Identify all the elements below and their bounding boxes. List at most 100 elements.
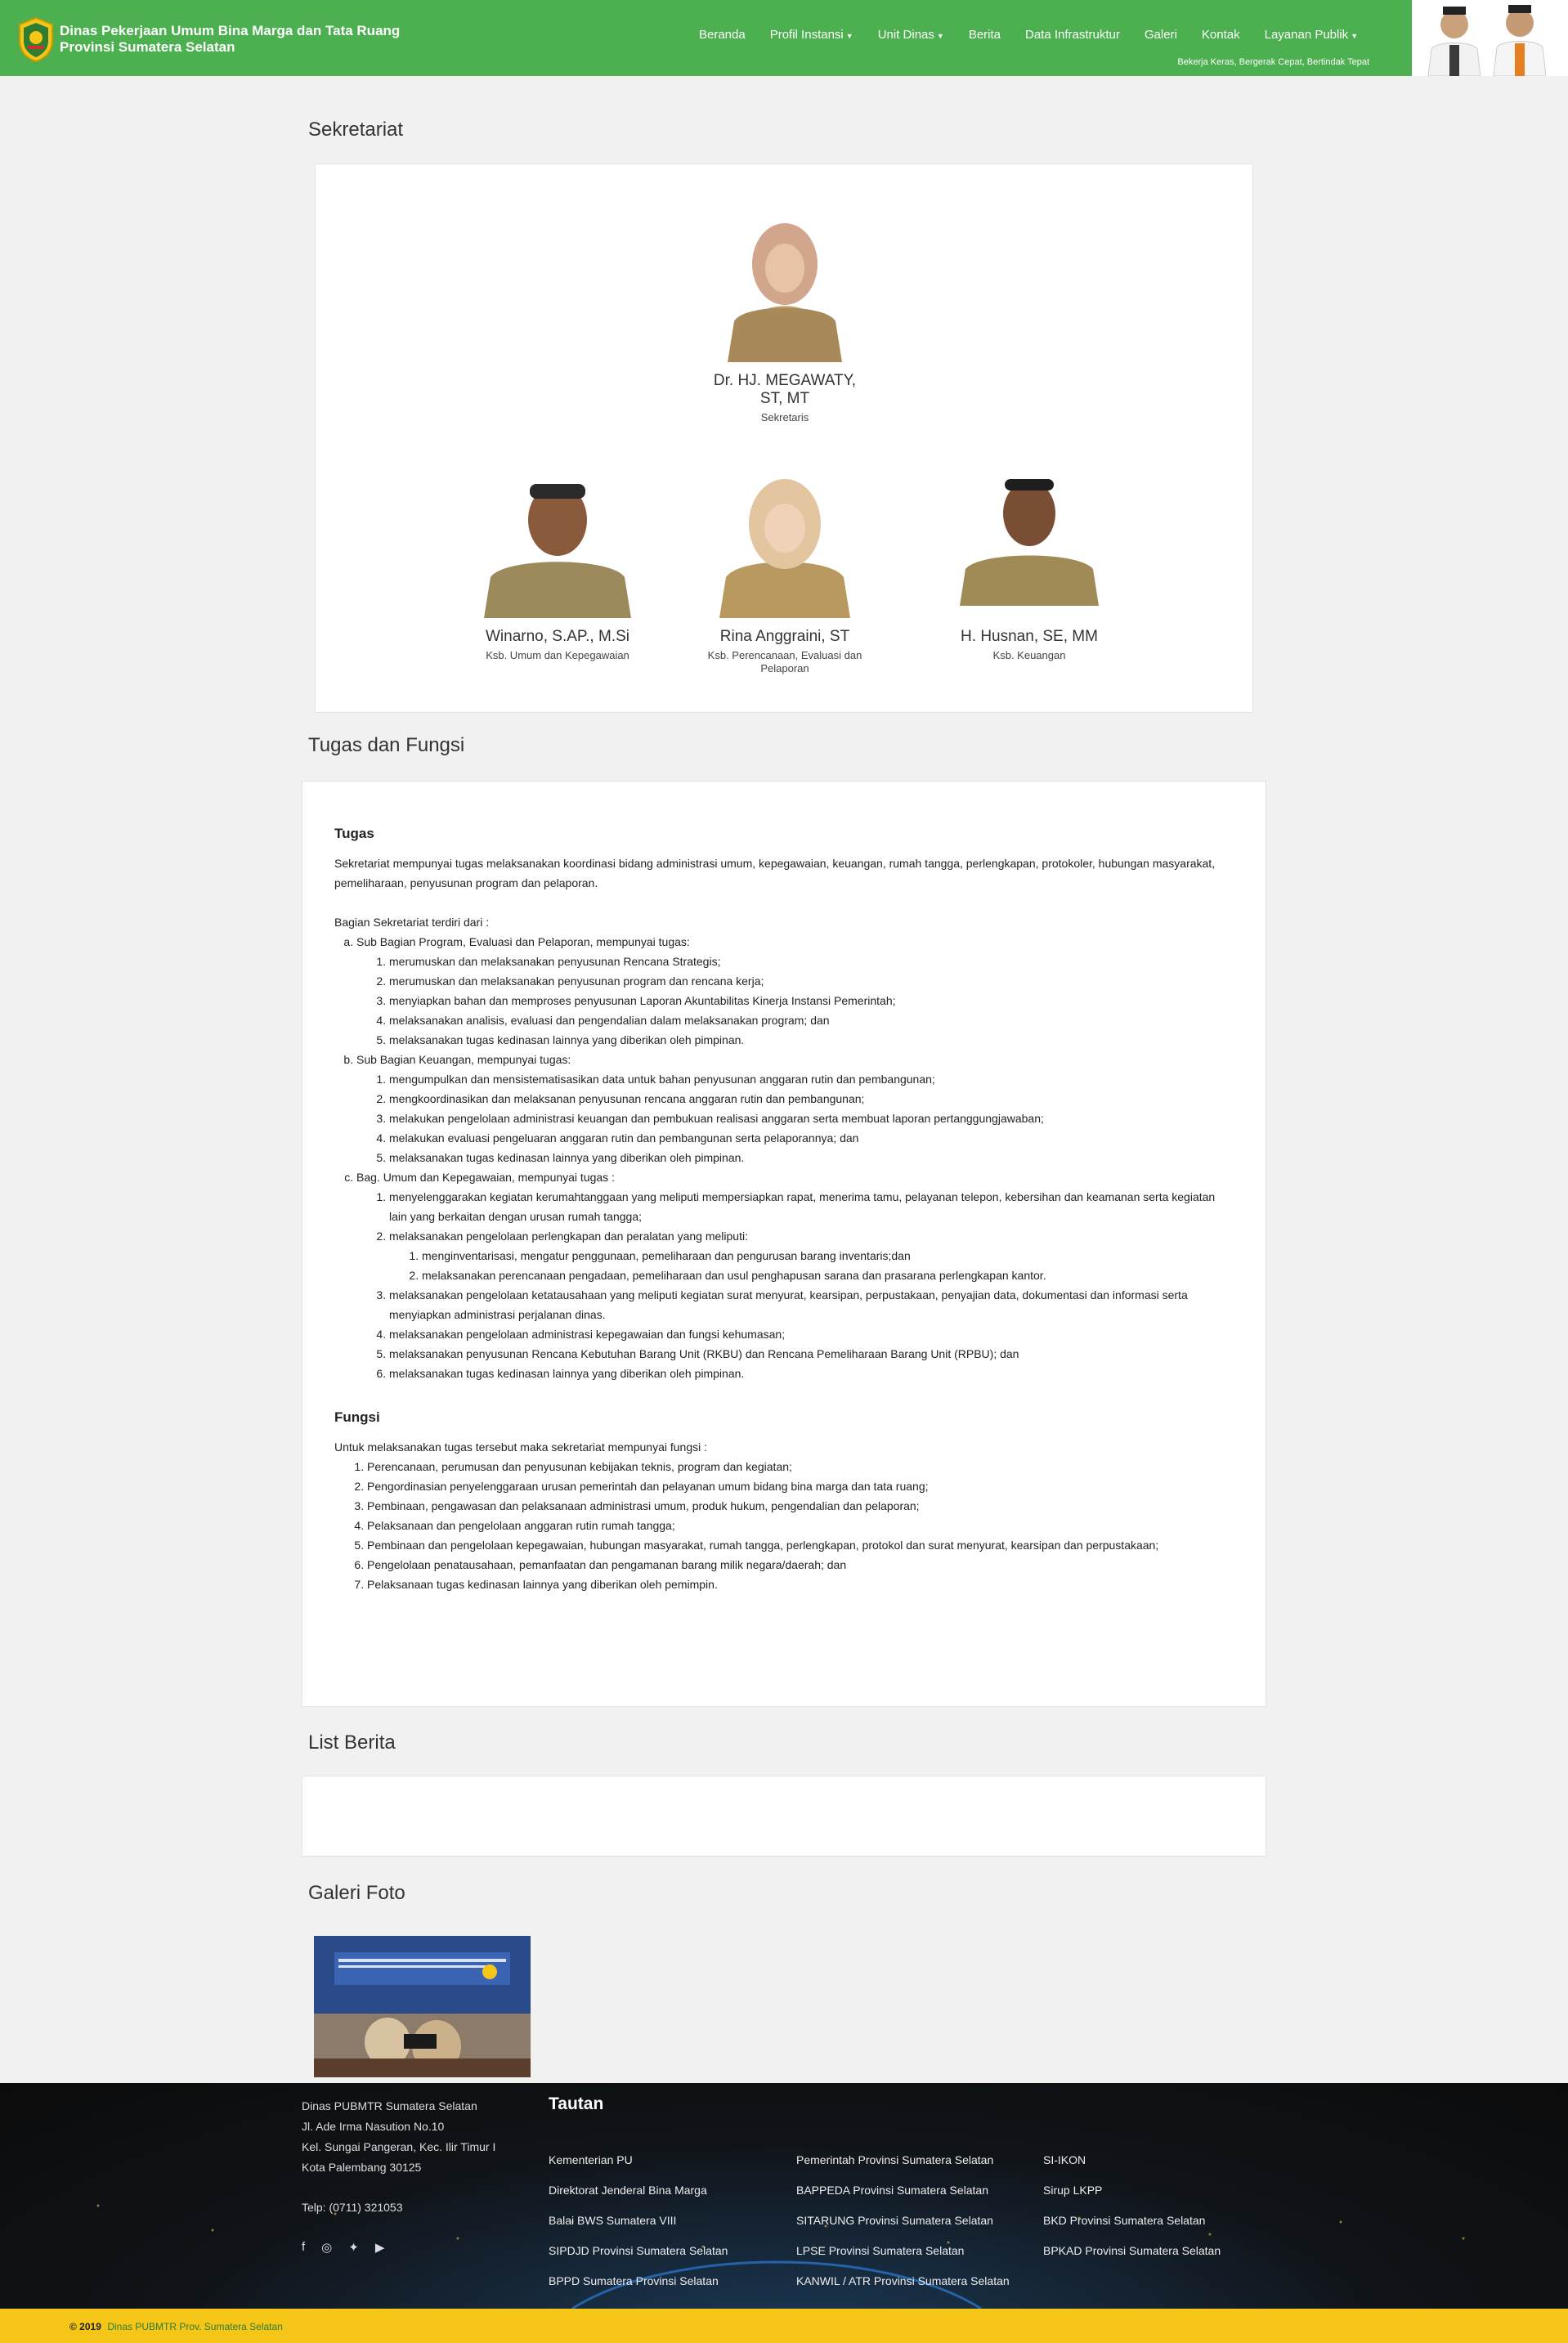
- list-item: merumuskan dan melaksanakan penyusunan R…: [389, 952, 1234, 971]
- list-item: menginventarisasi, mengatur penggunaan, …: [422, 1246, 1234, 1266]
- sub-bagian-a-tasks: merumuskan dan melaksanakan penyusunan R…: [356, 952, 1234, 1050]
- list-item: Pelaksanaan tugas kedinasan lainnya yang…: [367, 1575, 1234, 1594]
- list-item: mengkoordinasikan dan melaksanan penyusu…: [389, 1089, 1234, 1109]
- sub-bagian-b-tasks: mengumpulkan dan mensistematisasikan dat…: [356, 1069, 1234, 1167]
- list-item: melaksanakan tugas kedinasan lainnya yan…: [389, 1148, 1234, 1167]
- nav-label: Kontak: [1201, 28, 1240, 42]
- list-item: melaksanakan pengelolaan perlengkapan da…: [389, 1226, 1234, 1285]
- person-role: Ksb. Keuangan: [992, 649, 1066, 661]
- officials-photo: [1412, 0, 1568, 76]
- instagram-icon[interactable]: ◎: [321, 2240, 332, 2255]
- person-role: Ksb. Perencanaan, Evaluasi dan Pelaporan: [687, 649, 883, 675]
- tautan-title: Tautan: [549, 2094, 604, 2113]
- footer-link[interactable]: Kementerian PU: [549, 2145, 728, 2175]
- footer-link[interactable]: Balai BWS Sumatera VIII: [549, 2206, 728, 2236]
- list-item: melaksanakan tugas kedinasan lainnya yan…: [389, 1030, 1234, 1050]
- nav-label: Berita: [968, 28, 1001, 42]
- person-name: Rina Anggraini, ST: [719, 628, 850, 645]
- copyright-year: © 2019: [69, 2321, 101, 2332]
- list-item-text: melaksanakan pengelolaan perlengkapan da…: [389, 1230, 748, 1243]
- section-title-sekretariat: Sekretariat: [308, 119, 404, 141]
- twitter-icon[interactable]: ✦: [348, 2240, 359, 2255]
- tugas-heading: Tugas: [334, 826, 374, 841]
- copyright-link[interactable]: Dinas PUBMTR Prov. Sumatera Selatan: [107, 2321, 283, 2332]
- nav-data-infrastruktur[interactable]: Data Infrastruktur: [1013, 28, 1132, 42]
- person-card-perencanaan: Rina Anggraini, ST Ksb. Perencanaan, Eva…: [687, 455, 883, 675]
- gallery-thumbnail[interactable]: [314, 1936, 531, 2077]
- youtube-icon[interactable]: ▶: [375, 2240, 385, 2255]
- list-item: melaksanakan penyusunan Rencana Kebutuha…: [389, 1344, 1234, 1364]
- sub-bagian-list: Sub Bagian Program, Evaluasi dan Pelapor…: [334, 932, 1234, 1383]
- person-role: Ksb. Umum dan Kepegawaian: [486, 649, 629, 661]
- nav-beranda[interactable]: Beranda: [687, 28, 758, 42]
- list-item: Perencanaan, perumusan dan penyusunan ke…: [367, 1457, 1234, 1476]
- footer-link[interactable]: Sirup LKPP: [1043, 2175, 1221, 2206]
- footer: Dinas PUBMTR Sumatera Selatan Jl. Ade Ir…: [0, 2083, 1568, 2309]
- footer-link[interactable]: Direktorat Jenderal Bina Marga: [549, 2175, 728, 2206]
- tugas-fungsi-content: Tugas Sekretariat mempunyai tugas melaks…: [334, 824, 1234, 1594]
- footer-link[interactable]: KANWIL / ATR Provinsi Sumatera Selatan: [796, 2266, 1010, 2296]
- social-icons: f ◎ ✦ ▶: [302, 2240, 384, 2255]
- footer-link[interactable]: BPPD Sumatera Provinsi Selatan: [549, 2266, 728, 2296]
- section-title-list-berita: List Berita: [308, 1731, 396, 1754]
- footer-link[interactable]: Pemerintah Provinsi Sumatera Selatan: [796, 2145, 1010, 2175]
- nav-label: Data Infrastruktur: [1025, 28, 1120, 42]
- list-berita-panel: [302, 1776, 1266, 1857]
- list-item: melaksanakan perencanaan pengadaan, peme…: [422, 1266, 1234, 1285]
- footer-link[interactable]: BKD Provinsi Sumatera Selatan: [1043, 2206, 1221, 2236]
- nav-label: Unit Dinas: [877, 28, 934, 42]
- fungsi-intro: Untuk melaksanakan tugas tersebut maka s…: [334, 1440, 708, 1454]
- nav-profil-instansi[interactable]: Profil Instansi ▼: [758, 28, 866, 42]
- footer-link[interactable]: SITARUNG Provinsi Sumatera Selatan: [796, 2206, 1010, 2236]
- footer-link[interactable]: BAPPEDA Provinsi Sumatera Selatan: [796, 2175, 1010, 2206]
- footer-link[interactable]: BPKAD Provinsi Sumatera Selatan: [1043, 2236, 1221, 2266]
- links-col-2: Pemerintah Provinsi Sumatera Selatan BAP…: [796, 2145, 1010, 2296]
- site-brand[interactable]: Dinas Pekerjaan Umum Bina Marga dan Tata…: [60, 23, 400, 56]
- address-line: Jl. Ade Irma Nasution No.10: [302, 2120, 445, 2133]
- bagian-intro: Bagian Sekretariat terdiri dari :: [334, 916, 490, 929]
- nav-kontak[interactable]: Kontak: [1189, 28, 1252, 42]
- portrait-winarno: [476, 455, 639, 618]
- links-col-1: Kementerian PU Direktorat Jenderal Bina …: [549, 2145, 728, 2296]
- list-item: melaksanakan pengelolaan ketatausahaan y…: [389, 1285, 1234, 1324]
- copyright-text: © 2019 Dinas PUBMTR Prov. Sumatera Selat…: [69, 2319, 283, 2334]
- nav-galeri[interactable]: Galeri: [1132, 28, 1189, 42]
- person-card-umum: Winarno, S.AP., M.Si Ksb. Umum dan Kepeg…: [459, 455, 656, 662]
- province-logo-icon[interactable]: [16, 16, 56, 62]
- main-nav: Beranda Profil Instansi ▼ Unit Dinas ▼ Ber…: [687, 28, 1370, 42]
- address-line: Kota Palembang 30125: [302, 2161, 422, 2174]
- footer-link[interactable]: LPSE Provinsi Sumatera Selatan: [796, 2236, 1010, 2266]
- footer-link[interactable]: SI-IKON: [1043, 2145, 1221, 2175]
- person-card-keuangan: H. Husnan, SE, MM Ksb. Keuangan: [931, 455, 1127, 662]
- list-item: Pembinaan dan pengelolaan kepegawaian, h…: [367, 1535, 1234, 1555]
- list-item: menyiapkan bahan dan memproses penyusuna…: [389, 991, 1234, 1010]
- nav-unit-dinas[interactable]: Unit Dinas ▼: [866, 28, 956, 42]
- nav-label: Layanan Publik: [1264, 28, 1349, 42]
- nav-label: Beranda: [699, 28, 746, 42]
- caret-down-icon: ▼: [936, 32, 944, 40]
- brand-line-1: Dinas Pekerjaan Umum Bina Marga dan Tata…: [60, 23, 401, 38]
- sub-bagian-label: Sub Bagian Program, Evaluasi dan Pelapor…: [356, 935, 690, 948]
- person-name: Dr. HJ. MEGAWATY, ST, MT: [703, 372, 867, 408]
- nav-label: Profil Instansi: [769, 28, 844, 42]
- facebook-icon[interactable]: f: [302, 2240, 305, 2255]
- fungsi-heading: Fungsi: [334, 1409, 380, 1425]
- sub-bagian-b: Sub Bagian Keuangan, mempunyai tugas: me…: [356, 1050, 1234, 1167]
- caret-down-icon: ▼: [1351, 32, 1359, 40]
- address-line: Kel. Sungai Pangeran, Kec. Ilir Timur I: [302, 2140, 496, 2153]
- role-line: Ksb. Perencanaan, Evaluasi dan: [707, 649, 862, 661]
- nav-layanan-publik[interactable]: Layanan Publik ▼: [1252, 28, 1371, 42]
- person-name-line: ST, MT: [759, 390, 810, 407]
- top-navbar: Dinas Pekerjaan Umum Bina Marga dan Tata…: [0, 0, 1568, 76]
- footer-link[interactable]: SIPDJD Provinsi Sumatera Selatan: [549, 2236, 728, 2266]
- nav-berita[interactable]: Berita: [956, 28, 1013, 42]
- sub-tasks: menginventarisasi, mengatur penggunaan, …: [389, 1246, 1234, 1285]
- person-name: H. Husnan, SE, MM: [961, 628, 1098, 645]
- footer-address: Dinas PUBMTR Sumatera Selatan Jl. Ade Ir…: [302, 2096, 495, 2218]
- caret-down-icon: ▼: [845, 32, 853, 40]
- nav-label: Galeri: [1144, 28, 1177, 42]
- sub-bagian-label: Sub Bagian Keuangan, mempunyai tugas:: [356, 1053, 571, 1066]
- section-title-galeri-foto: Galeri Foto: [308, 1882, 405, 1904]
